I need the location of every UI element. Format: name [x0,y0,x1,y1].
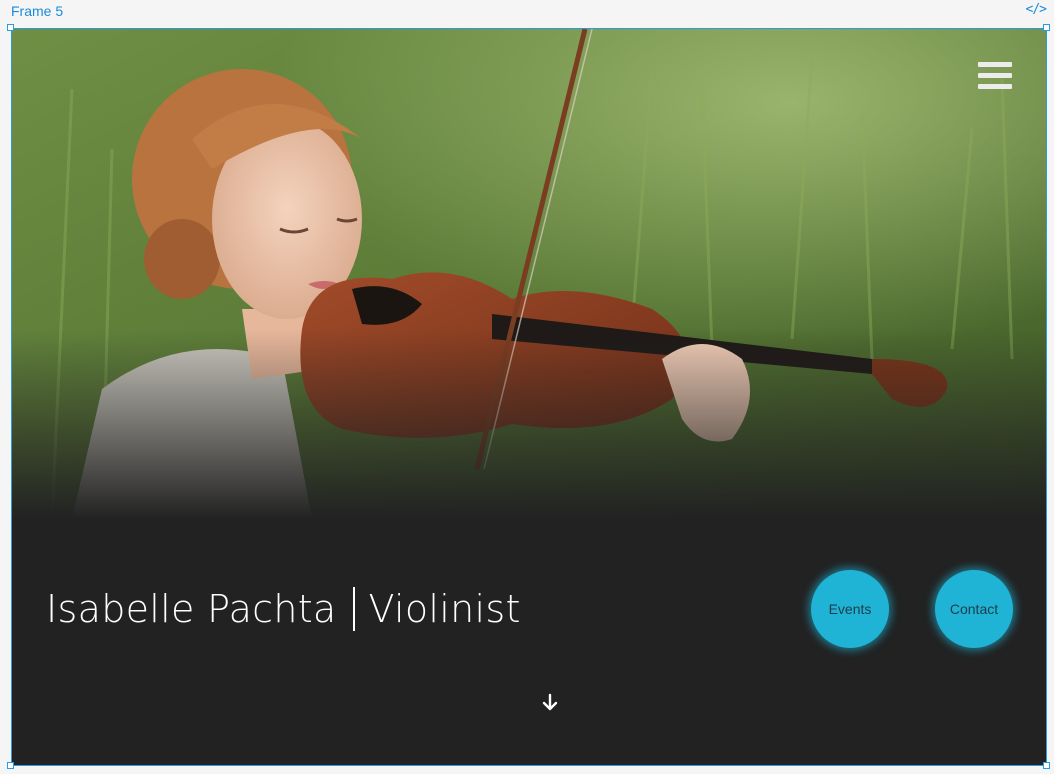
code-toggle-icon[interactable]: </> [1026,2,1048,17]
events-button[interactable]: Events [811,570,889,648]
arrow-down-icon[interactable] [540,693,560,713]
contact-button[interactable]: Contact [935,570,1013,648]
menu-bar [978,84,1012,89]
frame-canvas: Isabelle Pachta Violinist Events Contact [11,28,1047,766]
artist-name: Isabelle Pachta [46,587,337,631]
resize-handle-top-right[interactable] [1043,24,1050,31]
frame-label[interactable]: Frame 5 [11,3,63,19]
resize-handle-bottom-right[interactable] [1043,762,1050,769]
resize-handle-bottom-left[interactable] [7,762,14,769]
menu-bar [978,62,1012,67]
hero-fade-overlay [12,329,1046,519]
resize-handle-top-left[interactable] [7,24,14,31]
artist-role: Violinist [368,587,521,631]
page-title: Isabelle Pachta Violinist [46,587,521,631]
hero-photo [12,29,1046,519]
title-divider [352,587,355,631]
menu-bar [978,73,1012,78]
hamburger-menu-icon[interactable] [978,62,1012,92]
